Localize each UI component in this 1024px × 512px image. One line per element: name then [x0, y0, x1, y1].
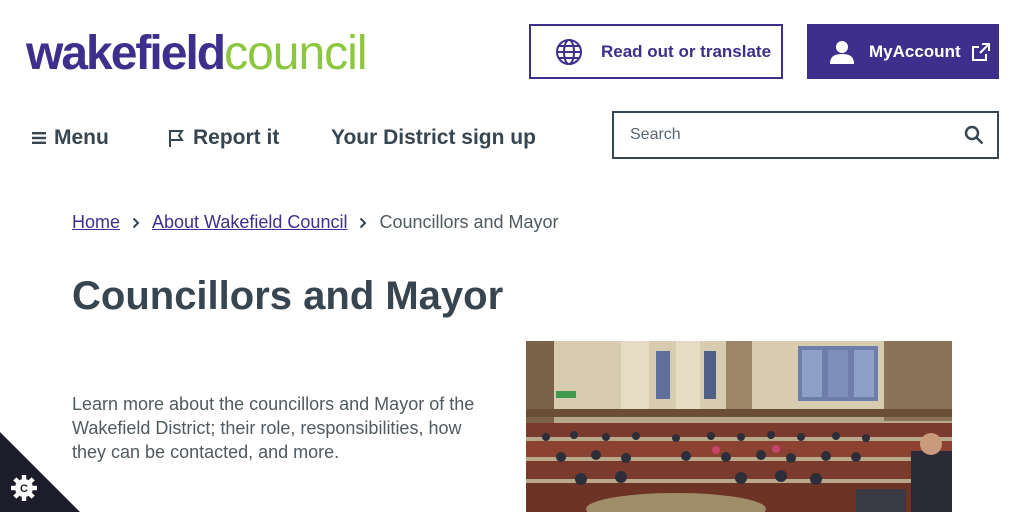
nav-district-label: Your District sign up: [331, 126, 536, 149]
breadcrumb: Home About Wakefield Council Councillors…: [72, 212, 559, 233]
chevron-right-icon: [359, 217, 367, 229]
chevron-right-icon: [132, 217, 140, 229]
search-input[interactable]: [614, 113, 951, 157]
account-label: MyAccount: [869, 41, 961, 61]
nav-report-it[interactable]: Report it: [167, 124, 279, 152]
hamburger-icon: [32, 132, 46, 144]
nav-menu-label: Menu: [54, 126, 109, 149]
user-icon: [830, 40, 854, 64]
search-bar: [612, 111, 999, 159]
flag-icon: [169, 130, 184, 147]
translate-label: Read out or translate: [601, 41, 772, 61]
read-out-translate-button[interactable]: Read out or translate: [529, 24, 783, 79]
my-account-button[interactable]: MyAccount: [807, 24, 999, 79]
nav-menu-button[interactable]: Menu: [32, 124, 109, 152]
breadcrumb-about[interactable]: About Wakefield Council: [152, 212, 347, 233]
logo-text-council: council: [224, 27, 367, 80]
external-link-icon: [971, 42, 990, 61]
intro-text: Learn more about the councillors and May…: [72, 394, 475, 462]
globe-icon: [556, 38, 582, 65]
nav-report-label: Report it: [193, 126, 280, 149]
svg-text:C: C: [20, 483, 28, 495]
site-logo[interactable]: wakefieldcouncil: [26, 27, 368, 80]
logo-text-wakefield: wakefield: [26, 27, 226, 80]
search-button[interactable]: [951, 113, 997, 157]
nav-district-sign-up[interactable]: Your District sign up: [331, 124, 536, 152]
breadcrumb-current: Councillors and Mayor: [379, 212, 559, 232]
breadcrumb-home[interactable]: Home: [72, 212, 120, 233]
page-title: Councillors and Mayor: [72, 274, 504, 318]
search-icon: [964, 125, 984, 145]
council-chamber-image: [526, 341, 952, 512]
cookie-settings-button[interactable]: C: [0, 432, 80, 512]
cookie-icon: C: [0, 432, 80, 512]
